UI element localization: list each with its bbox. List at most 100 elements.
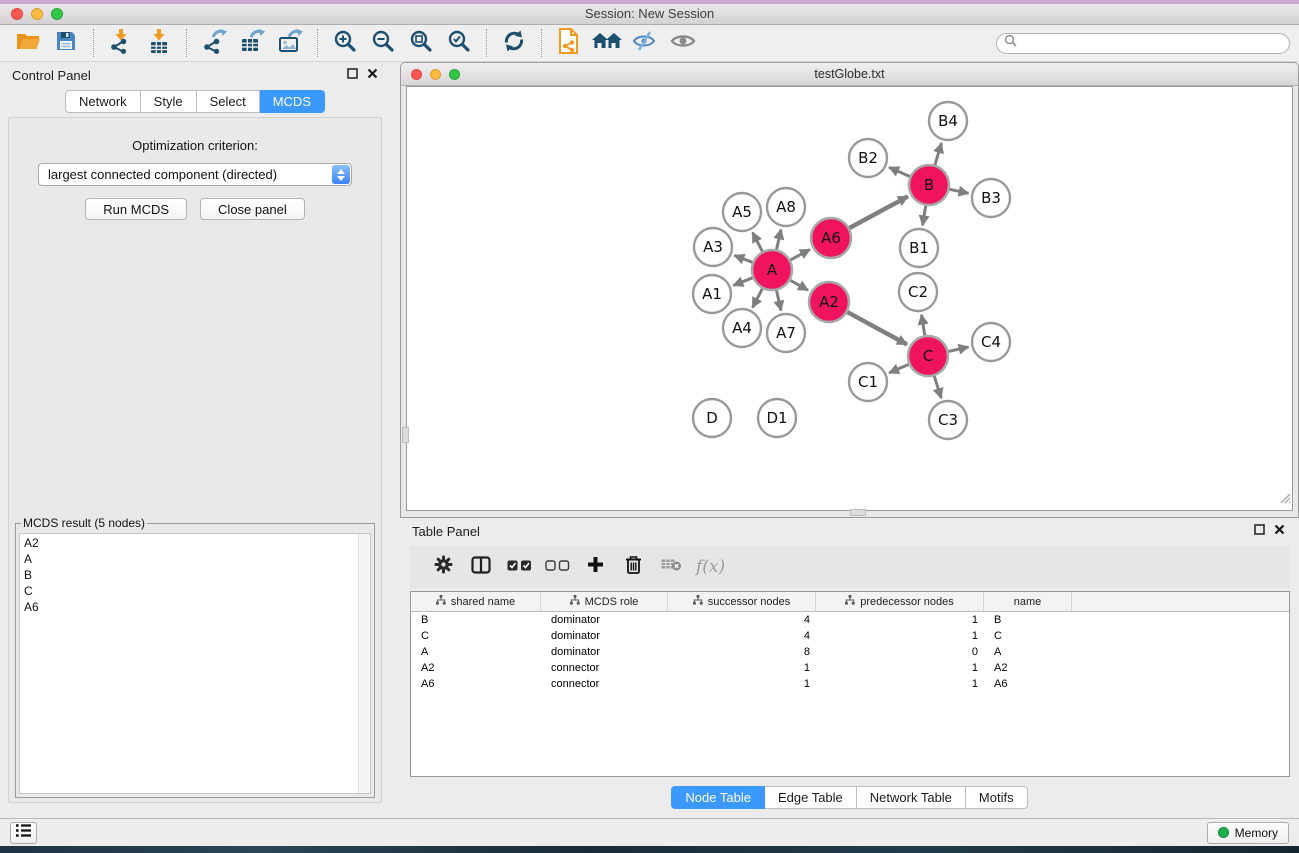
graph-edge-B-B4[interactable] (935, 143, 941, 165)
zoom-fit-button[interactable] (402, 28, 440, 58)
table-row[interactable]: Adominator80A (411, 644, 1289, 660)
column-header-successor-nodes[interactable]: successor nodes (668, 592, 816, 611)
cell-shared-name[interactable]: A2 (411, 660, 541, 676)
graph-edge-B-B2[interactable] (889, 167, 910, 176)
table-row[interactable]: A6connector11A6 (411, 676, 1289, 692)
zoom-window-button[interactable] (51, 8, 63, 20)
graph-edge-B-B3[interactable] (950, 189, 969, 193)
criterion-select[interactable]: largest connected component (directed) (38, 163, 352, 186)
cell-mcds-role[interactable]: connector (541, 676, 668, 692)
network-close-button[interactable] (411, 69, 422, 80)
task-history-button[interactable] (10, 822, 37, 844)
cell-mcds-role[interactable]: dominator (541, 612, 668, 628)
search-field[interactable] (996, 33, 1290, 54)
network-minimize-button[interactable] (430, 69, 441, 80)
close-panel-button[interactable]: Close panel (200, 198, 305, 220)
zoom-out-button[interactable] (364, 28, 402, 58)
export-image-button[interactable] (271, 28, 309, 58)
graph-edge-A6-B[interactable] (849, 196, 907, 228)
tab-mcds[interactable]: MCDS (260, 90, 325, 113)
close-panel-icon[interactable] (1274, 522, 1285, 540)
table-row[interactable]: Cdominator41C (411, 628, 1289, 644)
cell-predecessor-nodes[interactable]: 1 (816, 612, 984, 628)
network-window-titlebar[interactable]: testGlobe.txt (401, 63, 1298, 86)
graph-edge-A-A5[interactable] (753, 232, 763, 251)
cell-predecessor-nodes[interactable]: 1 (816, 628, 984, 644)
float-panel-icon[interactable] (1254, 522, 1265, 540)
delete-column-button[interactable] (614, 552, 652, 582)
graph-edge-A-A6[interactable] (790, 249, 809, 260)
cell-mcds-role[interactable]: dominator (541, 644, 668, 660)
mcds-result-item[interactable]: A6 (24, 599, 370, 615)
graph-edge-C-C4[interactable] (948, 347, 968, 351)
table-options-button[interactable] (424, 552, 462, 582)
cell-name[interactable]: A2 (984, 660, 1072, 676)
column-header-mcds-role[interactable]: MCDS role (541, 592, 668, 611)
search-input[interactable] (1022, 36, 1282, 50)
tab-select[interactable]: Select (197, 90, 260, 113)
create-column-button[interactable] (576, 552, 614, 582)
export-table-button[interactable] (233, 28, 271, 58)
cell-shared-name[interactable]: A (411, 644, 541, 660)
mcds-list-scrollbar[interactable] (358, 534, 370, 793)
column-header-name[interactable]: name (984, 592, 1072, 611)
cell-name[interactable]: C (984, 628, 1072, 644)
memory-button[interactable]: Memory (1207, 822, 1289, 844)
delete-table-button[interactable] (652, 552, 690, 582)
graph-edge-A-A4[interactable] (753, 289, 763, 308)
cell-successor-nodes[interactable]: 4 (668, 628, 816, 644)
graph-edge-A-A8[interactable] (777, 229, 781, 249)
cell-successor-nodes[interactable]: 1 (668, 676, 816, 692)
cell-successor-nodes[interactable]: 4 (668, 612, 816, 628)
tab-node-table[interactable]: Node Table (671, 786, 765, 809)
network-graph[interactable]: AA1A2A3A4A5A6A7A8BB1B2B3B4CC1C2C3C4DD1 (407, 87, 1294, 511)
graph-edge-C-C1[interactable] (889, 364, 909, 373)
cell-successor-nodes[interactable]: 1 (668, 660, 816, 676)
open-session-button[interactable] (9, 28, 47, 58)
destroy-network-view-button[interactable] (626, 28, 664, 58)
graph-edge-A-A3[interactable] (734, 255, 752, 262)
mcds-result-list[interactable]: A2ABCA6 (19, 533, 371, 794)
cell-mcds-role[interactable]: connector (541, 660, 668, 676)
tab-network-table[interactable]: Network Table (857, 786, 966, 809)
splitter-handle[interactable] (402, 427, 409, 443)
window-resize-grip[interactable] (1277, 490, 1291, 509)
cell-name[interactable]: A6 (984, 676, 1072, 692)
graph-edge-A2-C[interactable] (847, 312, 906, 344)
import-table-button[interactable] (140, 28, 178, 58)
graph-edge-A-A7[interactable] (777, 290, 781, 310)
mcds-result-item[interactable]: A (24, 551, 370, 567)
graph-edge-C-C2[interactable] (922, 315, 925, 336)
mcds-result-item[interactable]: C (24, 583, 370, 599)
column-header-shared-name[interactable]: shared name (411, 592, 541, 611)
mcds-result-item[interactable]: A2 (24, 535, 370, 551)
save-session-button[interactable] (47, 28, 85, 58)
select-all-button[interactable] (500, 552, 538, 582)
deselect-all-button[interactable] (538, 552, 576, 582)
cell-mcds-role[interactable]: dominator (541, 628, 668, 644)
tab-style[interactable]: Style (141, 90, 197, 113)
table-row[interactable]: Bdominator41B (411, 612, 1289, 628)
cell-predecessor-nodes[interactable]: 1 (816, 676, 984, 692)
tab-motifs[interactable]: Motifs (966, 786, 1028, 809)
show-view-button[interactable] (664, 28, 702, 58)
cell-name[interactable]: B (984, 612, 1072, 628)
cell-name[interactable]: A (984, 644, 1072, 660)
function-builder-button[interactable]: f(x) (696, 557, 725, 577)
tab-network[interactable]: Network (65, 90, 141, 113)
cell-successor-nodes[interactable]: 8 (668, 644, 816, 660)
run-mcds-button[interactable]: Run MCDS (85, 198, 187, 220)
graph-edge-A-A1[interactable] (733, 278, 752, 286)
splitter-handle[interactable] (850, 509, 866, 516)
cell-shared-name[interactable]: C (411, 628, 541, 644)
float-panel-icon[interactable] (347, 66, 358, 84)
close-panel-icon[interactable] (367, 66, 378, 84)
mcds-result-item[interactable]: B (24, 567, 370, 583)
graph-edge-A-A2[interactable] (790, 280, 808, 290)
column-header-predecessor-nodes[interactable]: predecessor nodes (816, 592, 984, 611)
import-network-button[interactable] (102, 28, 140, 58)
cell-predecessor-nodes[interactable]: 0 (816, 644, 984, 660)
export-network-button[interactable] (195, 28, 233, 58)
graph-edge-B-B1[interactable] (923, 206, 926, 226)
cell-predecessor-nodes[interactable]: 1 (816, 660, 984, 676)
